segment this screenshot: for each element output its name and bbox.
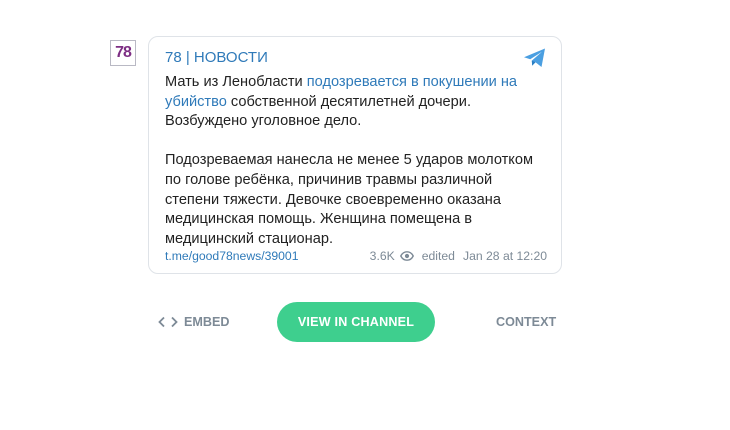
embed-button[interactable]: EMBED [158,315,229,329]
post-date[interactable]: Jan 28 at 12:20 [463,249,547,263]
post-paragraph-2: Подозреваемая нанесла не менее 5 ударов … [165,152,534,247]
eye-icon [399,251,414,261]
post-paragraph-1: Мать из Ленобласти подозревается в покуш… [165,73,549,132]
post-permalink[interactable]: t.me/good78news/39001 [165,249,299,263]
post-card: 78 | НОВОСТИ Мать из Ленобласти подозрев… [148,36,562,274]
post-meta: 3.6K edited Jan 28 at 12:20 [370,249,547,263]
post-text-segment: Мать из Ленобласти [165,74,307,90]
views-count: 3.6K [369,249,395,263]
channel-name[interactable]: 78 | НОВОСТИ [165,49,268,66]
embed-label: EMBED [184,315,230,329]
context-button[interactable]: CONTEXT [496,315,556,329]
view-in-channel-button[interactable]: VIEW IN CHANNEL [277,302,435,342]
avatar-text: 78 [115,44,132,61]
code-brackets-icon [158,316,178,328]
channel-avatar[interactable]: 78 [110,40,136,66]
edited-label: edited [421,249,455,263]
post-text: Мать из Ленобласти подозревается в покуш… [165,73,549,249]
telegram-plane-icon[interactable] [523,47,547,69]
post-actions: EMBED VIEW IN CHANNEL CONTEXT [148,302,562,342]
view-in-channel-label: VIEW IN CHANNEL [297,315,415,329]
